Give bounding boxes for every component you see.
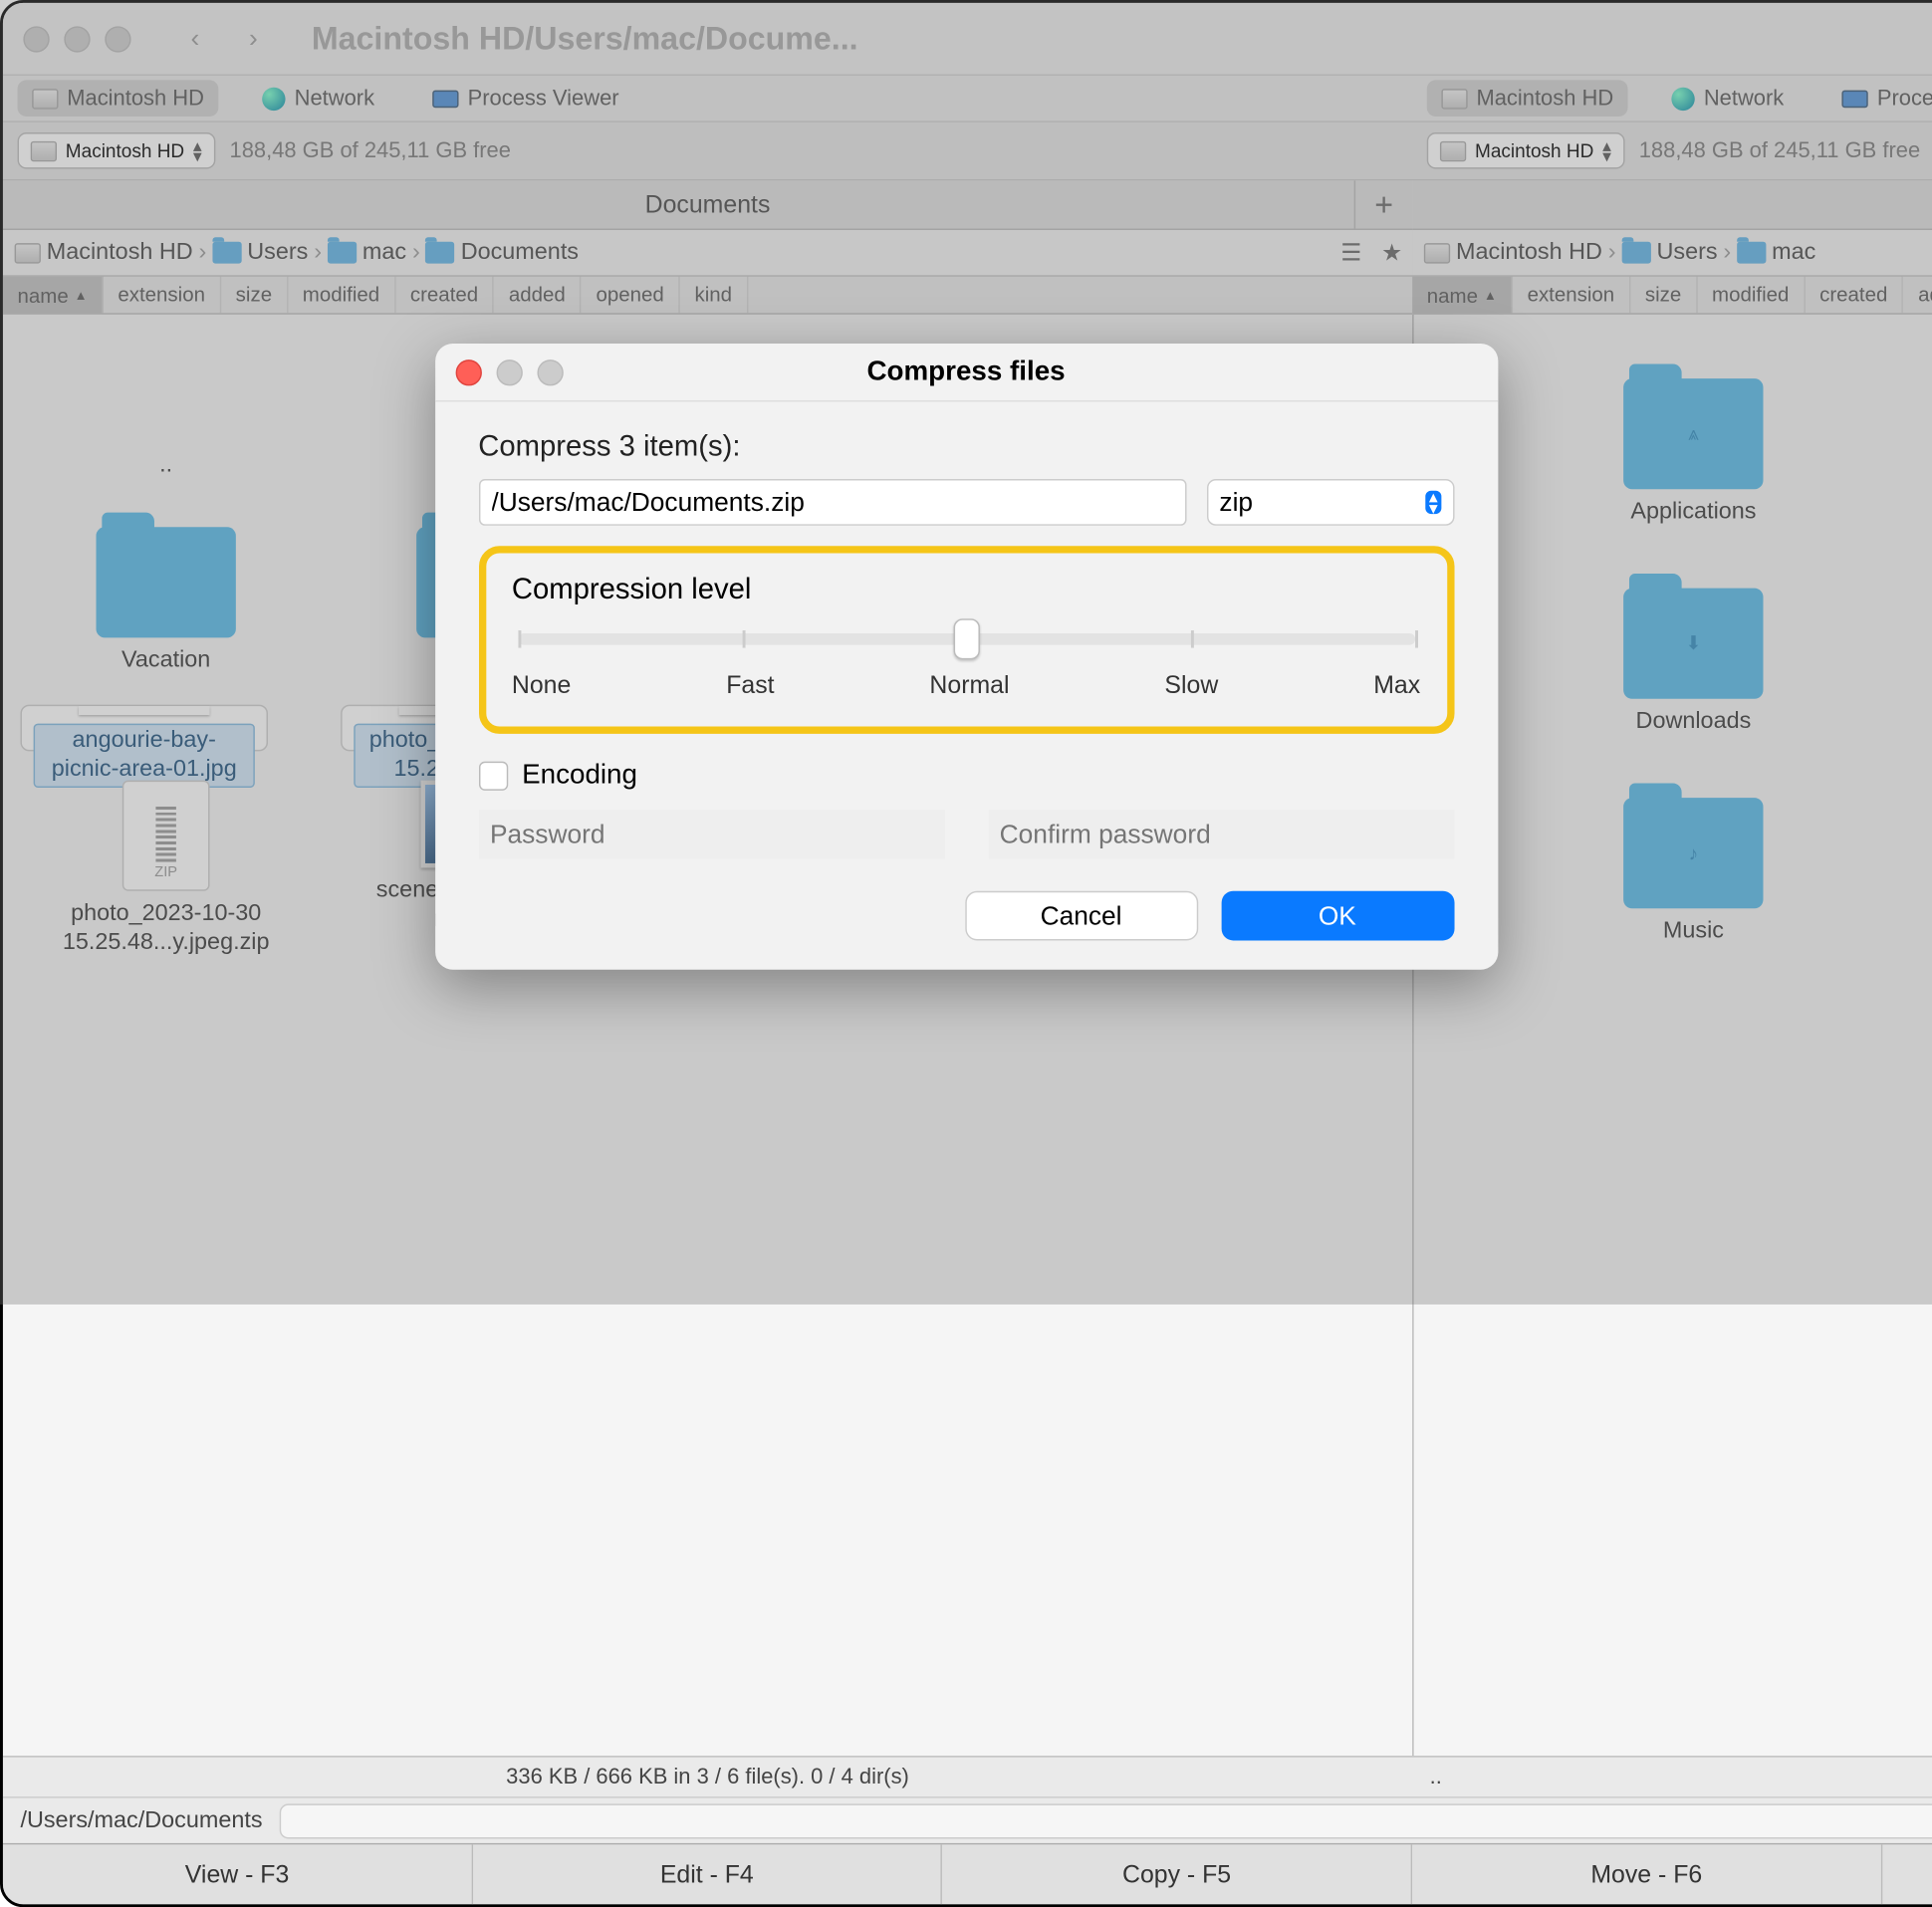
tabs-row: Macintosh HD Network Process Viewer Maci… xyxy=(3,76,1932,122)
drive-row: Macintosh HD▴▾ 188,48 GB of 245,11 GB fr… xyxy=(3,122,1932,180)
zoom-icon[interactable] xyxy=(105,26,130,52)
format-select[interactable]: zip▴▾ xyxy=(1206,479,1454,526)
breadcrumb-row: Macintosh HD› Users› mac› Documents ☰★ M… xyxy=(3,230,1932,277)
location-right[interactable]: mac+ xyxy=(1412,180,1932,230)
window-controls xyxy=(23,26,130,52)
hd-icon xyxy=(32,88,58,108)
col-modified[interactable]: modified xyxy=(288,277,395,314)
status-row: 336 KB / 666 KB in 3 / 6 file(s). 0 / 4 … xyxy=(3,1756,1932,1796)
tab-process-viewer[interactable]: Process Viewer xyxy=(1827,80,1932,117)
columns-left: name▲ extension size modified created ad… xyxy=(3,277,1412,315)
monitor-icon xyxy=(1842,90,1868,108)
breadcrumb-left[interactable]: Macintosh HD› Users› mac› Documents ☰★ xyxy=(3,230,1412,275)
file-item[interactable]: Vacation xyxy=(20,510,311,676)
status-right: .. DIR 14.05.2024, 21:33:55 xyxy=(1412,1758,1932,1796)
col-added[interactable]: added xyxy=(494,277,582,314)
close-icon[interactable] xyxy=(23,26,49,52)
path-row: /Users/mac/Documents xyxy=(3,1796,1932,1843)
tab-macintosh-hd[interactable]: Macintosh HD xyxy=(1427,80,1628,117)
col-created[interactable]: created xyxy=(1805,277,1903,314)
col-opened[interactable]: opened xyxy=(582,277,680,314)
fkey-move[interactable]: Move - F6 xyxy=(1412,1844,1882,1904)
tab-macintosh-hd[interactable]: Macintosh HD xyxy=(18,80,219,117)
titlebar: ‹ › Macintosh HD/Users/mac/Docume... xyxy=(3,3,1932,76)
tab-network[interactable]: Network xyxy=(1657,80,1799,117)
cancel-button[interactable]: Cancel xyxy=(965,891,1198,941)
left-tabs: Macintosh HD Network Process Viewer xyxy=(3,76,1412,120)
password-input[interactable] xyxy=(478,810,944,859)
disk-free: 188,48 GB of 245,11 GB free xyxy=(230,138,511,163)
file-item[interactable]: ⩓Applications xyxy=(1534,361,1854,528)
file-item[interactable]: angourie-bay-picnic-area-01.jpg xyxy=(20,705,268,752)
disk-free: 188,48 GB of 245,11 GB free xyxy=(1639,138,1920,163)
fkey-newfolder[interactable]: New Folder - F7 xyxy=(1882,1844,1932,1904)
col-extension[interactable]: extension xyxy=(104,277,221,314)
fkey-view[interactable]: View - F3 xyxy=(3,1844,473,1904)
nav-back[interactable]: ‹ xyxy=(166,15,224,62)
globe-icon xyxy=(262,87,285,110)
columns-right: name▲ extension size modified created ad… xyxy=(1412,277,1932,315)
minimize-icon[interactable] xyxy=(64,26,90,52)
col-extension[interactable]: extension xyxy=(1513,277,1630,314)
close-icon[interactable] xyxy=(455,358,481,384)
file-item[interactable]: ZIPphoto_2023-10-30 15.25.48...y.jpeg.zi… xyxy=(20,781,311,958)
compress-dialog: Compress files Compress 3 item(s): zip▴▾… xyxy=(434,344,1497,970)
dialog-titlebar: Compress files xyxy=(434,344,1497,401)
fkey-copy[interactable]: Copy - F5 xyxy=(942,1844,1412,1904)
add-tab-button[interactable]: + xyxy=(1354,180,1412,228)
zoom-icon xyxy=(537,358,563,384)
command-input[interactable] xyxy=(280,1803,1932,1838)
app-icon: ⩓ xyxy=(1688,422,1699,445)
music-icon: ♪ xyxy=(1689,842,1699,864)
window-title: Macintosh HD/Users/mac/Docume... xyxy=(312,20,858,58)
nav-forward[interactable]: › xyxy=(224,15,282,62)
compress-subtitle: Compress 3 item(s): xyxy=(478,431,1454,465)
download-icon: ⬇ xyxy=(1685,632,1701,655)
col-size[interactable]: size xyxy=(221,277,288,314)
globe-icon xyxy=(1672,87,1695,110)
ok-button[interactable]: OK xyxy=(1221,891,1454,941)
encoding-checkbox[interactable] xyxy=(478,762,507,791)
file-item[interactable]: .. xyxy=(20,332,311,480)
compression-level-box: Compression level None Fast Normal Slow … xyxy=(478,546,1454,734)
output-path-input[interactable] xyxy=(478,479,1186,526)
current-path: /Users/mac/Documents xyxy=(20,1807,262,1833)
fkey-edit[interactable]: Edit - F4 xyxy=(473,1844,943,1904)
col-added[interactable]: added xyxy=(1903,277,1932,314)
tab-network[interactable]: Network xyxy=(248,80,389,117)
col-modified[interactable]: modified xyxy=(1697,277,1805,314)
compression-label: Compression level xyxy=(512,574,1420,607)
drive-selector[interactable]: Macintosh HD▴▾ xyxy=(1427,132,1624,169)
monitor-icon xyxy=(433,90,459,108)
file-item[interactable]: ⬇Downloads xyxy=(1534,571,1854,737)
compression-slider[interactable] xyxy=(518,633,1415,645)
location-row: Documents+ mac+ xyxy=(3,180,1932,230)
col-name[interactable]: name▲ xyxy=(1412,277,1513,314)
location-left[interactable]: Documents+ xyxy=(3,180,1412,230)
col-name[interactable]: name▲ xyxy=(3,277,104,314)
hd-icon xyxy=(1441,88,1467,108)
favorite-icon[interactable]: ★ xyxy=(1371,231,1412,275)
drive-selector[interactable]: Macintosh HD▴▾ xyxy=(18,132,215,169)
list-icon[interactable]: ☰ xyxy=(1330,231,1371,275)
columns-row: name▲ extension size modified created ad… xyxy=(3,277,1932,315)
encoding-label: Encoding xyxy=(522,760,637,792)
status-left: 336 KB / 666 KB in 3 / 6 file(s). 0 / 4 … xyxy=(3,1758,1412,1796)
col-created[interactable]: created xyxy=(395,277,494,314)
confirm-password-input[interactable] xyxy=(988,810,1454,859)
minimize-icon xyxy=(496,358,522,384)
tab-process-viewer[interactable]: Process Viewer xyxy=(418,80,633,117)
col-kind[interactable]: kind xyxy=(680,277,748,314)
right-tabs: Macintosh HD Network Process Viewer xyxy=(1412,76,1932,120)
fkey-row: View - F3 Edit - F4 Copy - F5 Move - F6 … xyxy=(3,1843,1932,1904)
file-item[interactable]: ♪Music xyxy=(1534,781,1854,947)
breadcrumb-right[interactable]: Macintosh HD› Users› mac ☰★ xyxy=(1412,230,1932,275)
dialog-title: Compress files xyxy=(866,356,1065,387)
col-size[interactable]: size xyxy=(1630,277,1697,314)
